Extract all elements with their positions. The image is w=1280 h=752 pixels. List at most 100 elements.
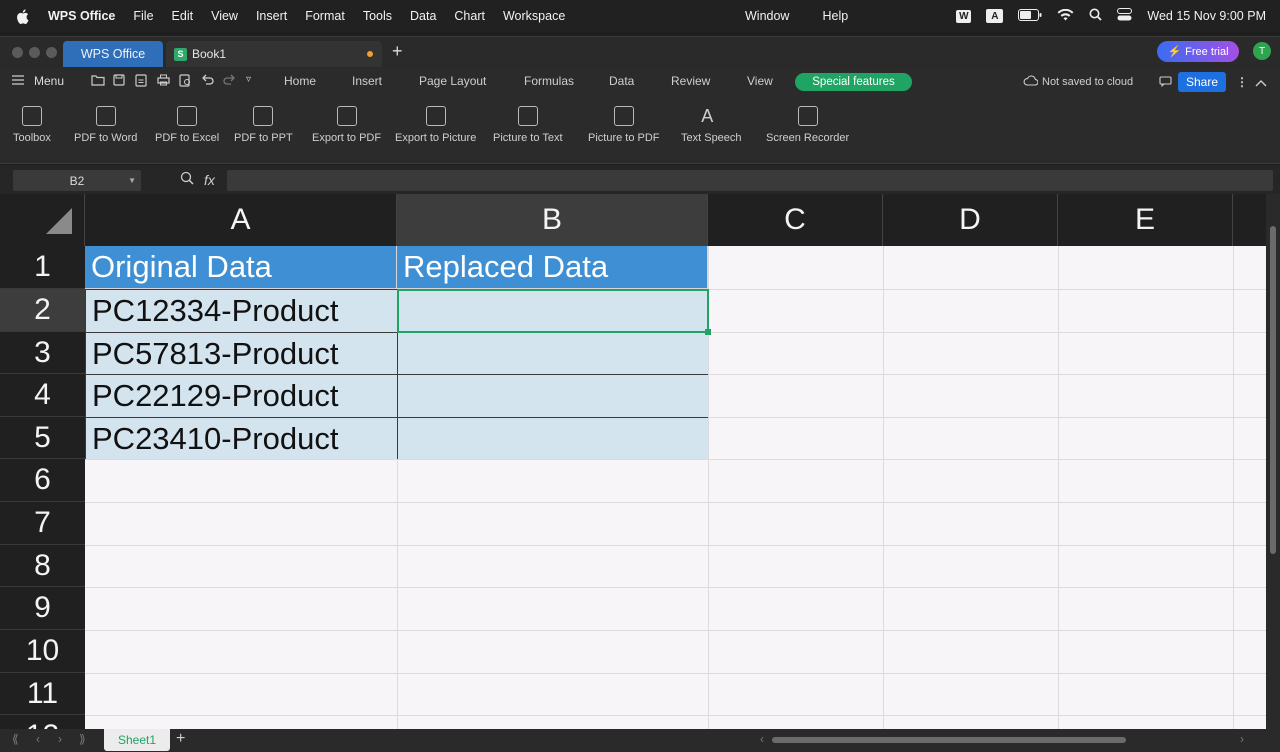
- prev-sheet-icon[interactable]: ‹: [36, 732, 40, 746]
- row-header-1[interactable]: 1: [0, 246, 85, 289]
- row-header-4[interactable]: 4: [0, 374, 85, 417]
- last-sheet-icon[interactable]: ⟫: [79, 732, 86, 746]
- tab-view[interactable]: View: [747, 74, 773, 88]
- more-options-icon[interactable]: ⋮: [1236, 75, 1248, 89]
- control-center-icon[interactable]: [1117, 8, 1133, 24]
- tab-data[interactable]: Data: [609, 74, 634, 88]
- row-header-10[interactable]: 10: [0, 630, 85, 673]
- row-header-11[interactable]: 11: [0, 673, 85, 715]
- row-header-3[interactable]: 3: [0, 332, 85, 374]
- menu-tools[interactable]: Tools: [363, 9, 392, 23]
- fill-handle[interactable]: [705, 329, 711, 335]
- row-header-7[interactable]: 7: [0, 502, 85, 545]
- row-header-9[interactable]: 9: [0, 587, 85, 630]
- menu-chart[interactable]: Chart: [454, 9, 485, 23]
- print-preview-icon[interactable]: [179, 74, 192, 90]
- tab-home[interactable]: Home: [284, 74, 316, 88]
- save-icon[interactable]: [113, 74, 125, 89]
- cell-b1[interactable]: Replaced Data: [397, 246, 708, 289]
- wifi-icon[interactable]: [1057, 8, 1074, 24]
- menu-button[interactable]: Menu: [12, 74, 64, 88]
- cell-b4[interactable]: [397, 374, 709, 418]
- scroll-right-icon[interactable]: ›: [1240, 732, 1244, 746]
- name-box[interactable]: B2 ▼: [13, 170, 141, 191]
- column-header-b[interactable]: B: [397, 194, 708, 246]
- menu-app-name[interactable]: WPS Office: [48, 9, 115, 23]
- tab-wps-office[interactable]: WPS Office: [63, 41, 163, 67]
- tab-review[interactable]: Review: [671, 74, 710, 88]
- menu-insert[interactable]: Insert: [256, 9, 287, 23]
- screen-recorder-button[interactable]: Screen Recorder: [766, 106, 849, 144]
- share-button[interactable]: Share: [1178, 72, 1226, 92]
- input-source-icon[interactable]: A: [986, 9, 1004, 23]
- cell-b5[interactable]: [397, 417, 709, 460]
- row-header-8[interactable]: 8: [0, 545, 85, 587]
- battery-icon[interactable]: [1018, 8, 1042, 24]
- toolbox-button[interactable]: Toolbox: [13, 106, 51, 144]
- column-header-c[interactable]: C: [708, 194, 883, 246]
- avatar[interactable]: T: [1253, 42, 1271, 60]
- fx-button[interactable]: fx: [204, 172, 215, 188]
- text-speech-button[interactable]: A Text Speech: [681, 106, 742, 144]
- chevron-down-icon[interactable]: ▼: [128, 176, 136, 185]
- print-icon[interactable]: [157, 74, 170, 89]
- collapse-ribbon-icon[interactable]: [1255, 76, 1267, 90]
- picture-to-text-button[interactable]: Picture to Text: [493, 106, 563, 144]
- export-pdf-quick-icon[interactable]: [135, 74, 147, 90]
- new-tab-plus-icon[interactable]: +: [392, 41, 403, 62]
- sheet-tab-sheet1[interactable]: Sheet1: [104, 729, 170, 751]
- tab-insert[interactable]: Insert: [352, 74, 382, 88]
- column-header-f[interactable]: [1233, 194, 1266, 246]
- cloud-status[interactable]: Not saved to cloud: [1023, 75, 1133, 89]
- comment-icon[interactable]: [1159, 76, 1172, 90]
- cell-a4[interactable]: PC22129-Product: [85, 374, 398, 418]
- menu-view[interactable]: View: [211, 9, 238, 23]
- row-header-5[interactable]: 5: [0, 417, 85, 459]
- row-header-2[interactable]: 2: [0, 289, 85, 332]
- menu-edit[interactable]: Edit: [172, 9, 194, 23]
- apple-icon[interactable]: [14, 8, 30, 24]
- tab-formulas[interactable]: Formulas: [524, 74, 574, 88]
- close-window-button[interactable]: [12, 47, 23, 58]
- spotlight-search-icon[interactable]: [1089, 8, 1103, 24]
- formula-input[interactable]: [227, 170, 1273, 191]
- export-to-picture-button[interactable]: Export to Picture: [395, 106, 476, 144]
- free-trial-button[interactable]: ⚡ Free trial: [1157, 41, 1239, 62]
- zoom-lookup-icon[interactable]: [180, 171, 194, 188]
- tab-book1[interactable]: S Book1: [166, 41, 382, 67]
- column-header-e[interactable]: E: [1058, 194, 1233, 246]
- spreadsheet-grid[interactable]: A B C D E 1 2 3 4 5 6 7 8 9 10 11 12 Ori…: [0, 194, 1266, 730]
- open-folder-icon[interactable]: [91, 74, 105, 89]
- zoom-window-button[interactable]: [46, 47, 57, 58]
- pdf-to-word-button[interactable]: PDF to Word: [74, 106, 137, 144]
- tab-special-features[interactable]: Special features: [795, 73, 912, 91]
- cell-a5[interactable]: PC23410-Product: [85, 417, 398, 460]
- cell-a1[interactable]: Original Data: [85, 246, 397, 289]
- minimize-window-button[interactable]: [29, 47, 40, 58]
- customize-quick-access-icon[interactable]: ▿: [246, 74, 251, 85]
- redo-icon[interactable]: [223, 74, 236, 89]
- clock[interactable]: Wed 15 Nov 9:00 PM: [1147, 9, 1266, 23]
- menu-data[interactable]: Data: [410, 9, 436, 23]
- cell-a3[interactable]: PC57813-Product: [85, 332, 398, 375]
- row-header-6[interactable]: 6: [0, 459, 85, 502]
- row-header-12[interactable]: 12: [0, 715, 85, 730]
- column-header-d[interactable]: D: [883, 194, 1058, 246]
- export-to-pdf-button[interactable]: Export to PDF: [312, 106, 381, 144]
- pdf-to-ppt-button[interactable]: PDF to PPT: [234, 106, 293, 144]
- horizontal-scroll-thumb[interactable]: [772, 737, 1126, 743]
- menu-window[interactable]: Window: [745, 9, 789, 23]
- menu-workspace[interactable]: Workspace: [503, 9, 565, 23]
- tab-page-layout[interactable]: Page Layout: [419, 74, 486, 88]
- undo-icon[interactable]: [201, 74, 214, 89]
- add-sheet-plus-icon[interactable]: +: [176, 730, 185, 748]
- column-header-a[interactable]: A: [85, 194, 397, 246]
- first-sheet-icon[interactable]: ⟪: [12, 732, 19, 746]
- wps-status-icon[interactable]: W: [956, 9, 972, 23]
- vertical-scroll-thumb[interactable]: [1270, 226, 1276, 554]
- next-sheet-icon[interactable]: ›: [58, 732, 62, 746]
- picture-to-pdf-button[interactable]: Picture to PDF: [588, 106, 660, 144]
- pdf-to-excel-button[interactable]: PDF to Excel: [155, 106, 219, 144]
- menu-format[interactable]: Format: [305, 9, 345, 23]
- cell-a2[interactable]: PC12334-Product: [85, 289, 398, 333]
